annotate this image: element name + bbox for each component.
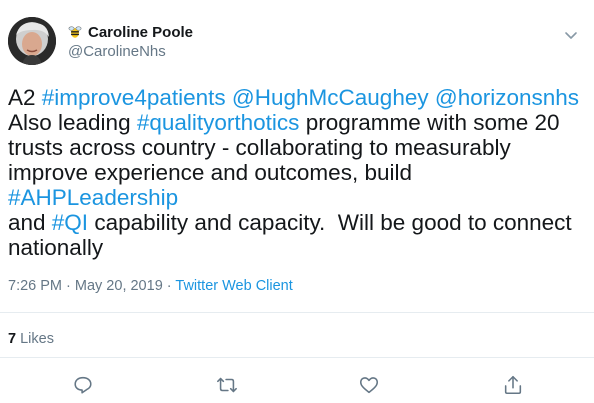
avatar[interactable] [8, 17, 56, 65]
tweet-date[interactable]: May 20, 2019 [75, 278, 163, 294]
display-name[interactable]: Caroline Poole [88, 24, 193, 41]
divider [0, 312, 594, 313]
tweet-text-segment: and [8, 210, 46, 235]
likes-count: 7 [8, 331, 17, 347]
hashtag-link[interactable]: #AHPLeadership [8, 185, 178, 210]
chevron-down-icon[interactable] [562, 26, 580, 44]
tweet-time[interactable]: 7:26 PM [8, 278, 62, 294]
retweet-icon[interactable] [216, 374, 238, 396]
mention-link[interactable]: @horizonsnhs [435, 85, 579, 110]
reply-icon[interactable] [72, 374, 94, 396]
share-icon[interactable] [502, 374, 524, 396]
tweet-text-segment: capability and capacity. Will be good to… [8, 210, 572, 260]
avatar-image [8, 17, 56, 65]
tweet-text-segment: Also leading [8, 110, 131, 135]
user-handle[interactable]: @CarolineNhs [68, 43, 193, 60]
tweet-card: Caroline Poole @CarolineNhs A2 #improve4… [0, 0, 594, 403]
hashtag-link[interactable]: #qualityorthotics [137, 110, 300, 135]
hashtag-link[interactable]: #improve4patients [42, 85, 226, 110]
tweet-meta: 7:26 PM · May 20, 2019 · Twitter Web Cli… [8, 278, 293, 294]
tweet-text: A2 #improve4patients @HughMcCaughey @hor… [8, 85, 588, 260]
mention-link[interactable]: @HughMcCaughey [232, 85, 429, 110]
likes-summary[interactable]: 7 Likes [8, 331, 54, 347]
action-bar [0, 374, 594, 398]
hashtag-link[interactable]: #QI [52, 210, 88, 235]
bee-icon [68, 26, 82, 38]
user-info: Caroline Poole @CarolineNhs [68, 22, 193, 61]
meta-separator: · [162, 278, 176, 294]
likes-label: Likes [20, 331, 54, 347]
client-link[interactable]: Twitter Web Client [175, 278, 292, 294]
heart-icon[interactable] [358, 374, 380, 396]
tweet-text-segment: A2 [8, 85, 42, 110]
divider [0, 357, 594, 358]
meta-separator: · [62, 278, 75, 294]
